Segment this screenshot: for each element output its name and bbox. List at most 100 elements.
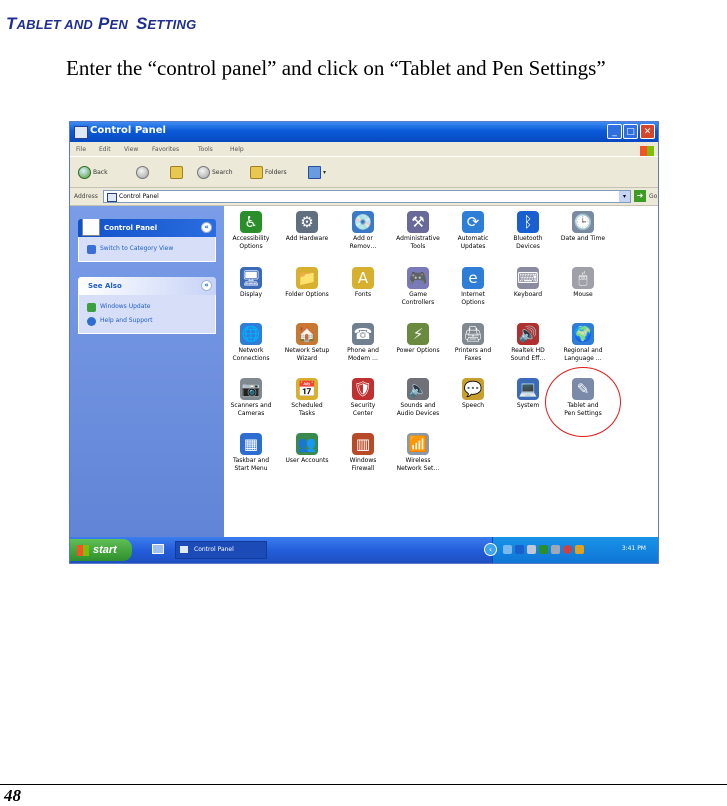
cp-item-scheduled[interactable]: 📅 Scheduled Tasks — [280, 378, 334, 418]
page-number: 48 — [4, 786, 21, 805]
views-icon — [308, 166, 321, 179]
cp-item-label: Network Setup — [284, 347, 330, 354]
search-button[interactable]: Search — [197, 166, 233, 180]
cp-item-regional-and[interactable]: 🌍 Regional and Language … — [556, 323, 610, 363]
menu-file[interactable]: File — [76, 146, 86, 153]
tray-bluetooth-icon[interactable] — [515, 545, 524, 554]
cp-item-icon: 👥 — [296, 433, 318, 455]
cp-item-fonts[interactable]: A Fonts — [336, 267, 390, 299]
tray-wireless-icon[interactable] — [539, 545, 548, 554]
cp-item-label: Fonts — [354, 291, 372, 298]
cp-item-label: User Accounts — [285, 457, 329, 464]
quick-launch-icon[interactable] — [152, 544, 164, 554]
cp-item-realtek-hd[interactable]: 🔊 Realtek HD Sound Eff… — [501, 323, 555, 363]
up-folder-button[interactable] — [170, 166, 183, 180]
cp-item-icon: ☎ — [352, 323, 374, 345]
category-view-icon — [87, 245, 96, 254]
cp-item-icon: 🔈 — [407, 378, 429, 400]
cp-item-automatic[interactable]: ⟳ Automatic Updates — [446, 211, 500, 251]
cp-item-label-line2: Cameras — [237, 410, 265, 417]
cp-item-windows[interactable]: ▥ Windows Firewall — [336, 433, 390, 473]
cp-item-keyboard[interactable]: ⌨ Keyboard — [501, 267, 555, 299]
cp-item-network-setup[interactable]: 🏠 Network Setup Wizard — [280, 323, 334, 363]
tray-display-icon[interactable] — [527, 545, 536, 554]
cp-item-label: Administrative — [396, 235, 440, 242]
maximize-button[interactable]: □ — [623, 124, 638, 139]
control-panel-icon — [180, 546, 188, 553]
cp-item-label-line2: Controllers — [401, 299, 435, 306]
help-and-support-link[interactable]: Help and Support — [79, 314, 215, 328]
windows-update-link[interactable]: Windows Update — [79, 300, 215, 314]
cp-item-power-options[interactable]: ⚡ Power Options — [391, 323, 445, 355]
menu-help[interactable]: Help — [230, 146, 244, 153]
taskbar-control-panel-button[interactable]: Control Panel — [175, 541, 267, 559]
section-heading: TABLET AND PEN SETTING — [6, 14, 197, 33]
menu-edit[interactable]: Edit — [99, 146, 111, 153]
see-also-task-box: See Also « Windows Update Help and Suppo… — [78, 277, 216, 334]
cp-item-label: Regional and — [563, 347, 603, 354]
cp-item-security[interactable]: 🛡 Security Center — [336, 378, 390, 418]
cp-item-add-or[interactable]: 💿 Add or Remov… — [336, 211, 390, 251]
start-button[interactable]: start — [70, 539, 132, 561]
cp-item-label: Scheduled — [291, 402, 323, 409]
cp-item-game[interactable]: 🎮 Game Controllers — [391, 267, 445, 307]
address-dropdown-button[interactable]: ▾ — [619, 191, 630, 202]
control-panel-icon — [107, 193, 117, 202]
cp-item-label: Taskbar and — [232, 457, 270, 464]
taskbar-clock: 3:41 PM — [621, 545, 646, 552]
cp-item-bluetooth[interactable]: ᛒ Bluetooth Devices — [501, 211, 555, 251]
tray-network-icon[interactable] — [503, 545, 512, 554]
control-panel-box-header[interactable]: Control Panel « — [78, 219, 216, 237]
cp-item-label: Internet — [461, 291, 485, 298]
switch-to-category-view-link[interactable]: Switch to Category View — [79, 242, 215, 256]
cp-item-icon: ᛒ — [517, 211, 539, 233]
cp-item-label-line2: Wizard — [296, 355, 318, 362]
menu-tools[interactable]: Tools — [198, 146, 213, 153]
folders-button[interactable]: Folders — [250, 166, 287, 180]
tray-expand-icon[interactable]: ‹ — [484, 543, 497, 556]
cp-item-label: Printers and — [454, 347, 492, 354]
cp-item-scanners-and[interactable]: 📷 Scanners and Cameras — [224, 378, 278, 418]
views-button[interactable]: ▾ — [308, 166, 326, 180]
back-button[interactable]: Back — [78, 166, 108, 180]
cp-item-administrative[interactable]: ⚒ Administrative Tools — [391, 211, 445, 251]
cp-item-sounds-and[interactable]: 🔈 Sounds and Audio Devices — [391, 378, 445, 418]
collapse-chevron-icon[interactable]: « — [201, 280, 212, 291]
menu-favorites[interactable]: Favorites — [152, 146, 179, 153]
cp-item-icon: 🖨 — [462, 323, 484, 345]
cp-item-label-line2: Connections — [232, 355, 270, 362]
folders-icon — [250, 166, 263, 179]
cp-item-label-line2: Audio Devices — [396, 410, 440, 417]
cp-item-date-and-time[interactable]: 🕒 Date and Time — [556, 211, 610, 243]
cp-item-folder-options[interactable]: 📁 Folder Options — [280, 267, 334, 299]
collapse-chevron-icon[interactable]: « — [201, 222, 212, 233]
tray-volume-icon[interactable] — [551, 545, 560, 554]
see-also-box-header[interactable]: See Also « — [78, 277, 216, 295]
minimize-button[interactable]: _ — [607, 124, 622, 139]
cp-item-accessibility[interactable]: ♿ Accessibility Options — [224, 211, 278, 251]
cp-item-taskbar-and[interactable]: ▦ Taskbar and Start Menu — [224, 433, 278, 473]
cp-item-printers-and[interactable]: 🖨 Printers and Faxes — [446, 323, 500, 363]
cp-item-icon: 🖱 — [572, 267, 594, 289]
cp-item-label: Bluetooth — [513, 235, 543, 242]
cp-item-add-hardware[interactable]: ⚙ Add Hardware — [280, 211, 334, 243]
cp-item-internet[interactable]: e Internet Options — [446, 267, 500, 307]
cp-item-icon: ⚒ — [407, 211, 429, 233]
cp-item-speech[interactable]: 💬 Speech — [446, 378, 500, 410]
cp-item-network[interactable]: 🌐 Network Connections — [224, 323, 278, 363]
forward-button[interactable] — [136, 166, 149, 180]
tray-power-icon[interactable] — [575, 545, 584, 554]
close-button[interactable]: ✕ — [640, 124, 655, 139]
control-panel-icon — [82, 219, 100, 236]
cp-item-display[interactable]: 🖥 Display — [224, 267, 278, 299]
go-arrow-icon[interactable]: ➜ — [634, 190, 646, 202]
cp-item-user-accounts[interactable]: 👥 User Accounts — [280, 433, 334, 465]
menu-view[interactable]: View — [124, 146, 138, 153]
cp-item-wireless[interactable]: 📶 Wireless Network Set… — [391, 433, 445, 473]
address-field[interactable]: Control Panel ▾ — [103, 190, 631, 203]
cp-item-mouse[interactable]: 🖱 Mouse — [556, 267, 610, 299]
go-label[interactable]: Go — [649, 193, 657, 200]
cp-item-label: Accessibility — [232, 235, 270, 242]
cp-item-phone-and[interactable]: ☎ Phone and Modem … — [336, 323, 390, 363]
tray-security-icon[interactable] — [563, 545, 572, 554]
